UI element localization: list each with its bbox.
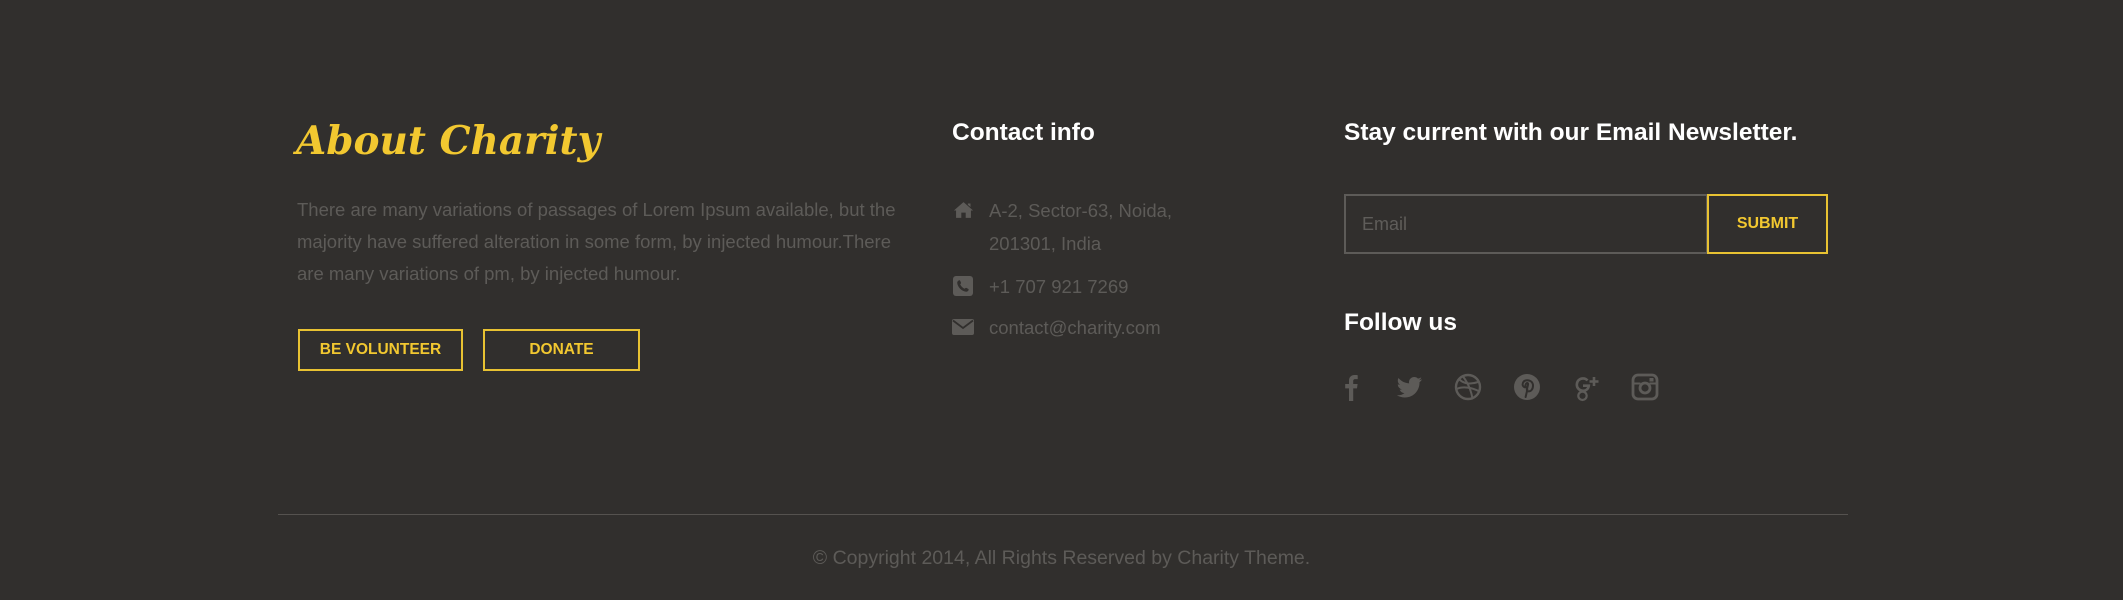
contact-info-title: Contact info [952,119,1095,146]
newsletter-title: Stay current with our Email Newsletter. [1344,119,1798,146]
about-description: There are many variations of passages of… [297,199,896,284]
contact-address: A-2, Sector-63, Noida, 201301, India [952,194,1172,260]
dribbble-icon[interactable] [1451,370,1485,404]
phone-icon [952,275,974,297]
instagram-icon[interactable] [1628,370,1662,404]
follow-us-title: Follow us [1344,309,1457,336]
email-text[interactable]: contact@charity.com [989,311,1161,344]
google-plus-icon[interactable] [1569,370,1603,404]
pinterest-icon[interactable] [1510,370,1544,404]
contact-phone: +1 707 921 7269 [952,270,1128,303]
phone-text: +1 707 921 7269 [989,276,1129,297]
submit-button[interactable]: SUBMIT [1707,194,1828,254]
about-title: About Charity [296,118,601,164]
copyright-text: © Copyright 2014, All Rights Reserved by… [812,547,1311,569]
footer-divider [278,514,1848,515]
facebook-icon[interactable] [1334,370,1368,404]
address-text: A-2, Sector-63, Noida, 201301, India [989,200,1173,254]
twitter-icon[interactable] [1392,370,1426,404]
be-volunteer-button[interactable]: BE VOLUNTEER [298,329,463,371]
newsletter-email-input[interactable] [1344,194,1708,254]
envelope-icon [952,316,974,338]
home-icon [952,199,974,221]
contact-email: contact@charity.com [952,311,1161,344]
donate-button[interactable]: DONATE [483,329,640,371]
